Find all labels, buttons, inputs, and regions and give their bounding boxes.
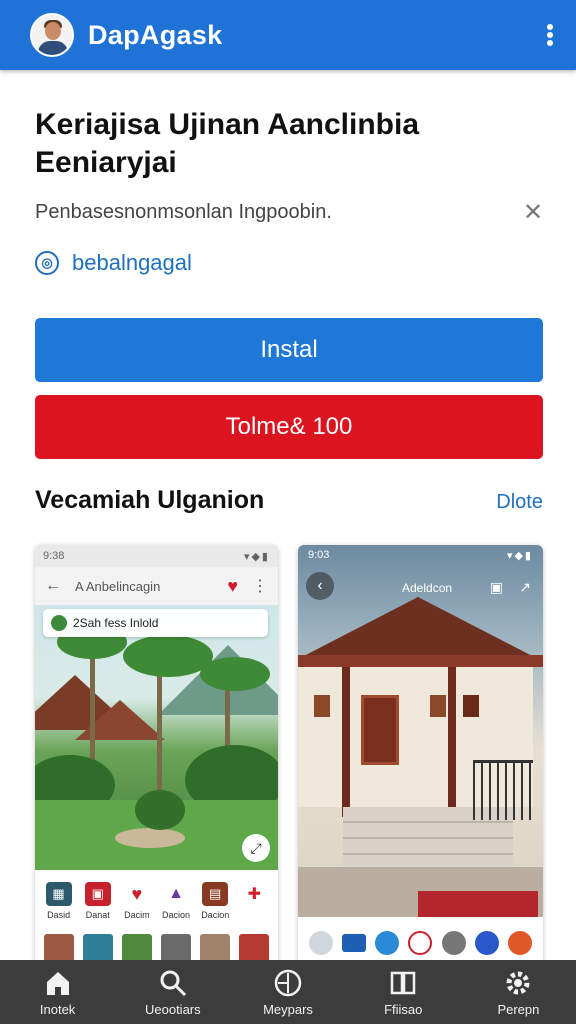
category-tile: ▤ Dacion — [196, 882, 234, 920]
listing-headline: Keriajisa Ujinan Aanclinbia Eeniaryjai — [35, 108, 420, 179]
category-tile: ▲ Dacion — [157, 882, 195, 920]
kebab-menu-icon[interactable] — [540, 20, 560, 50]
tab-settings[interactable]: Perepn — [461, 960, 576, 1024]
location-icon — [51, 615, 67, 631]
category-tile: ✚ — [235, 882, 273, 920]
ring-icon — [408, 931, 433, 955]
screenshot-thumbnail-2[interactable]: 9:03 ▾◆▮ ‹ Adeldcon ▣ ↗ — [298, 545, 543, 975]
share-icon: ↗ — [519, 579, 531, 595]
install-button[interactable]: Instal — [35, 318, 543, 382]
close-icon[interactable]: ✕ — [521, 198, 545, 227]
avatar-icon — [308, 931, 333, 955]
tab-explore[interactable]: Meypars — [230, 960, 345, 1024]
info-link[interactable]: ◎ bebalngagal — [35, 250, 192, 276]
action-icons-row — [298, 917, 543, 955]
category-tile: ♥ Dacim — [123, 882, 150, 920]
info-pill-text: 2Sah fess Inlold — [73, 616, 159, 630]
garden-photo: 2Sah fess Inlold ⤢ — [35, 605, 278, 870]
status-time: 9:03 — [308, 549, 330, 561]
screenshots-section-header: Vecamiah Ulganion Dlote — [35, 486, 543, 515]
category-row: ▦ Dasid ▣ Danat ♥ Dacim ▲ Dacion ▤ Dacion ✚ — [35, 870, 278, 922]
signal-icon: ▾◆▮ — [243, 550, 270, 563]
compass-icon — [274, 969, 302, 996]
info-circle-icon: ◎ — [35, 251, 59, 275]
price-button[interactable]: Tolme& 100 — [35, 395, 543, 459]
search-icon — [160, 970, 186, 996]
info-pill: 2Sah fess Inlold — [43, 609, 268, 637]
screenshot-thumbnail-1[interactable]: 9:38 ▾◆▮ ← A Anbelincagin ♥ ⋮ 2Sah fess … — [35, 545, 278, 975]
more-icon: ⋮ — [252, 578, 268, 595]
settings-icon — [506, 971, 530, 994]
heart-icon: ♥ — [227, 575, 238, 596]
section-title: Vecamiah Ulganion — [35, 486, 265, 514]
gift-icon — [508, 931, 533, 955]
preview-app-title: A Anbelincagin — [75, 578, 161, 594]
status-time: 9:38 — [43, 550, 65, 562]
gallery-icon: ▣ — [489, 579, 503, 595]
home-icon — [46, 971, 69, 995]
description-row: Penbasesnonmsonlan Ingpoobin. ✕ — [35, 198, 545, 227]
book-icon — [390, 971, 416, 994]
status-bar: 9:03 ▾◆▮ — [298, 545, 543, 565]
expand-icon: ⤢ — [242, 834, 270, 862]
status-bar: 9:38 ▾◆▮ — [35, 545, 278, 567]
category-tile: ▣ Danat — [79, 882, 117, 920]
tab-library[interactable]: Ffiisao — [346, 960, 461, 1024]
info-link-text[interactable]: bebalngagal — [72, 250, 192, 276]
signal-icon: ▾◆▮ — [506, 549, 533, 562]
app-title: DapAgask — [88, 19, 223, 50]
preview-label: Adeldcon — [402, 581, 453, 595]
preview-app-bar: ← A Anbelincagin ♥ ⋮ — [35, 567, 278, 605]
wave-icon — [375, 931, 400, 955]
house-photo: 9:03 ▾◆▮ ‹ Adeldcon ▣ ↗ — [298, 545, 543, 917]
listing-description: Penbasesnonmsonlan Ingpoobin. — [35, 201, 332, 223]
user-avatar-icon[interactable] — [30, 13, 74, 57]
back-arrow-icon: ← — [45, 577, 61, 594]
bottom-navigation: Inotek Ueootiars Meypars Ffiisao Perepn — [0, 960, 576, 1024]
check-icon — [475, 931, 500, 955]
clock-icon — [441, 931, 466, 955]
more-link[interactable]: Dlote — [496, 491, 543, 514]
category-tile: ▦ Dasid — [40, 882, 78, 920]
tab-search[interactable]: Ueootiars — [115, 960, 230, 1024]
back-icon: ‹ — [306, 572, 334, 600]
app-bar: DapAgask — [0, 0, 576, 70]
badge-icon — [341, 934, 366, 952]
tab-home[interactable]: Inotek — [0, 960, 115, 1024]
